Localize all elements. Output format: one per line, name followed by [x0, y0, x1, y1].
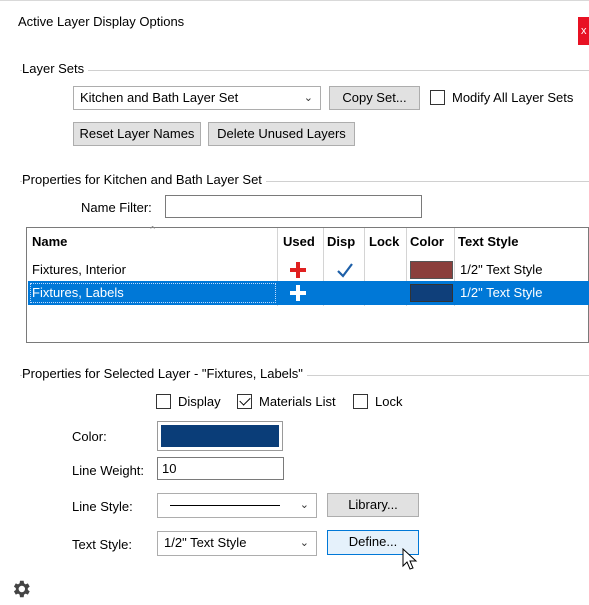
line-weight-input[interactable]: 10	[157, 457, 284, 480]
chevron-down-icon: ⌄	[299, 499, 309, 511]
properties-set-group-label: Properties for Kitchen and Bath Layer Se…	[22, 172, 266, 187]
layer-name: Fixtures, Interior	[32, 262, 126, 277]
name-filter-input[interactable]	[165, 195, 422, 218]
chevron-down-icon: ⌄	[303, 92, 313, 104]
layer-color-swatch	[410, 284, 453, 302]
table-row[interactable]: Fixtures, Interior 1/2" Text Style	[28, 258, 589, 282]
layer-set-selected: Kitchen and Bath Layer Set	[80, 90, 239, 105]
line-style-dropdown[interactable]: ⌄	[157, 493, 317, 518]
column-header-disp[interactable]: Disp	[327, 234, 355, 249]
lock-label: Lock	[375, 394, 403, 409]
table-row-selected[interactable]: Fixtures, Labels 1/2" Text Style	[28, 281, 589, 305]
delete-unused-layers-button[interactable]: Delete Unused Layers	[208, 122, 355, 146]
column-header-text-style[interactable]: Text Style	[458, 234, 518, 249]
layer-sets-divider	[20, 70, 589, 71]
name-filter-label: Name Filter:	[81, 200, 152, 215]
disp-check-icon	[337, 263, 353, 278]
used-plus-icon	[290, 285, 306, 301]
column-header-used[interactable]: Used	[283, 234, 315, 249]
chevron-down-icon: ⌄	[299, 537, 309, 549]
sort-indicator-icon: ⌃	[148, 225, 158, 237]
selected-color-swatch	[161, 425, 279, 447]
display-checkbox[interactable]	[156, 394, 171, 409]
window-title: Active Layer Display Options	[18, 14, 185, 29]
line-style-label: Line Style:	[72, 499, 133, 514]
mouse-cursor-icon	[402, 548, 418, 570]
layer-text-style: 1/2" Text Style	[460, 285, 543, 300]
display-label: Display	[178, 394, 221, 409]
materials-list-checkbox[interactable]	[237, 394, 252, 409]
used-plus-icon	[290, 262, 306, 278]
close-button[interactable]: x	[578, 17, 589, 45]
lock-checkbox[interactable]	[353, 394, 368, 409]
column-header-lock[interactable]: Lock	[369, 234, 399, 249]
color-picker-button[interactable]	[157, 421, 283, 451]
color-label: Color:	[72, 429, 107, 444]
text-style-label: Text Style:	[72, 537, 132, 552]
selected-layer-group-label: Properties for Selected Layer - "Fixture…	[22, 366, 307, 381]
layer-table[interactable]: ⌃ Name Used Disp Lock Color Text Style F…	[26, 225, 589, 343]
layer-sets-group-label: Layer Sets	[22, 61, 89, 76]
column-header-name[interactable]: Name	[32, 234, 67, 249]
reset-layer-names-button[interactable]: Reset Layer Names	[73, 122, 201, 146]
line-style-preview	[170, 505, 280, 506]
line-weight-label: Line Weight:	[72, 463, 145, 478]
text-style-dropdown[interactable]: 1/2" Text Style ⌄	[157, 531, 317, 556]
layer-text-style: 1/2" Text Style	[460, 262, 543, 277]
copy-set-button[interactable]: Copy Set...	[329, 86, 420, 110]
column-header-color[interactable]: Color	[410, 234, 444, 249]
layer-color-swatch	[410, 261, 453, 279]
gear-icon[interactable]	[10, 578, 32, 600]
layer-name: Fixtures, Labels	[32, 285, 124, 300]
modify-all-checkbox[interactable]	[430, 90, 445, 105]
layer-set-dropdown[interactable]: Kitchen and Bath Layer Set ⌄	[73, 86, 321, 110]
modify-all-label: Modify All Layer Sets	[452, 90, 574, 105]
materials-list-label: Materials List	[259, 394, 336, 409]
text-style-selected: 1/2" Text Style	[164, 535, 247, 550]
library-button[interactable]: Library...	[327, 493, 419, 517]
title-bar: Active Layer Display Options x	[0, 0, 589, 46]
